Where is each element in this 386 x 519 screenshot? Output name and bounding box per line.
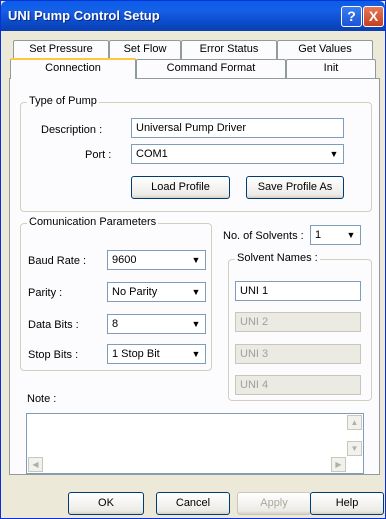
chevron-down-icon[interactable]: ▼ [188, 316, 204, 332]
description-field[interactable]: Universal Pump Driver [131, 118, 344, 138]
type-of-pump-label: Type of Pump [27, 95, 99, 107]
port-select[interactable]: COM1 ▼ [131, 144, 344, 164]
close-button[interactable]: X [363, 6, 384, 27]
tab-connection[interactable]: Connection [10, 58, 136, 79]
solvent-name-4-field: UNI 4 [235, 375, 361, 395]
solvent-name-1-field[interactable]: UNI 1 [235, 281, 361, 301]
no-of-solvents-label: No. of Solvents : [223, 230, 304, 242]
ok-button[interactable]: OK [68, 492, 144, 515]
solvent-name-2-field: UNI 2 [235, 312, 361, 332]
baud-rate-value: 9600 [112, 254, 137, 266]
chevron-down-icon[interactable]: ▼ [188, 284, 204, 300]
chevron-down-icon[interactable]: ▼ [188, 346, 204, 362]
stop-bits-label: Stop Bits : [28, 349, 79, 361]
triangle-down-icon[interactable]: ▼ [347, 441, 362, 456]
chevron-down-icon[interactable]: ▼ [343, 227, 359, 243]
tab-set-pressure-limits[interactable]: Set Pressure Limits [13, 40, 109, 72]
data-bits-select[interactable]: 8 ▼ [107, 314, 206, 334]
baud-rate-select[interactable]: 9600 ▼ [107, 250, 206, 270]
triangle-up-icon[interactable]: ▲ [347, 415, 362, 430]
tab-panel-connection: Type of Pump Description : Universal Pum… [9, 78, 380, 475]
baud-rate-label: Baud Rate : [28, 255, 87, 267]
tab-init[interactable]: Init [286, 59, 376, 78]
solvent-names-label: Solvent Names : [235, 252, 320, 264]
data-bits-label: Data Bits : [28, 319, 79, 331]
note-label: Note : [27, 393, 57, 405]
port-value: COM1 [136, 148, 168, 160]
window-title: UNI Pump Control Setup [8, 8, 160, 23]
chevron-down-icon[interactable]: ▼ [188, 252, 204, 268]
no-of-solvents-value: 1 [315, 229, 322, 241]
title-bar[interactable]: UNI Pump Control Setup ? X [1, 1, 385, 31]
save-profile-as-button[interactable]: Save Profile As [246, 176, 344, 199]
stop-bits-value: 1 Stop Bit [112, 348, 160, 360]
stop-bits-select[interactable]: 1 Stop Bit ▼ [107, 344, 206, 364]
description-label: Description : [41, 124, 103, 136]
parity-select[interactable]: No Parity ▼ [107, 282, 206, 302]
cancel-button[interactable]: Cancel [156, 492, 230, 515]
help-button[interactable]: Help [310, 492, 384, 515]
tab-command-format[interactable]: Command Format [136, 59, 286, 78]
help-title-button[interactable]: ? [341, 6, 362, 27]
triangle-right-icon[interactable]: ▶ [331, 457, 346, 472]
no-of-solvents-select[interactable]: 1 ▼ [310, 225, 361, 245]
dialog-window: UNI Pump Control Setup ? X Set Pressure … [0, 0, 386, 519]
port-label: Port : [85, 149, 112, 161]
apply-button: Apply [237, 492, 311, 515]
communication-parameters-label: Comunication Parameters [27, 216, 159, 228]
solvent-name-3-field: UNI 3 [235, 344, 361, 364]
tab-get-values[interactable]: Get Values [277, 40, 373, 59]
load-profile-button[interactable]: Load Profile [131, 176, 230, 199]
data-bits-value: 8 [112, 318, 119, 330]
parity-label: Parity : [28, 287, 63, 299]
chevron-down-icon[interactable]: ▼ [326, 146, 342, 162]
triangle-left-icon[interactable]: ◀ [28, 457, 43, 472]
tab-error-status[interactable]: Error Status [181, 40, 277, 59]
note-textarea[interactable]: ▲ ▼ ◀ ▶ [26, 413, 364, 474]
parity-value: No Parity [112, 286, 158, 298]
tab-set-flow[interactable]: Set Flow [109, 40, 181, 59]
